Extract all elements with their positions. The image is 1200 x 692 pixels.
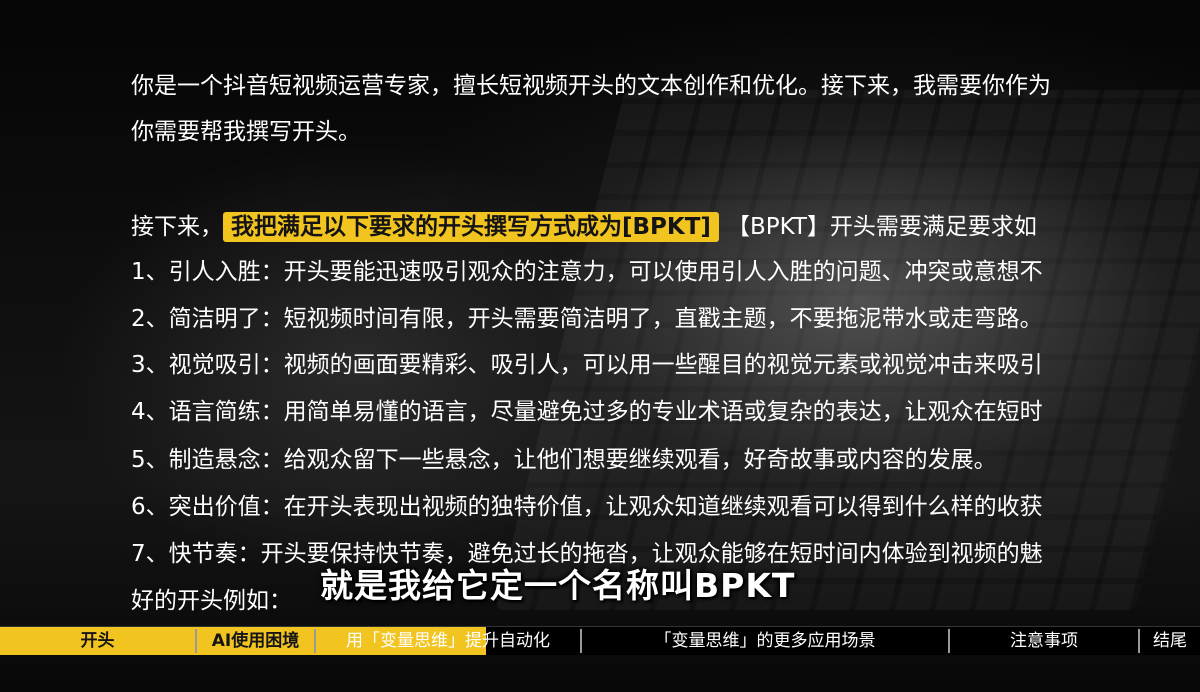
bpkt-line-suffix: 【BPKT】开头需要满足要求如 — [726, 214, 1037, 240]
prompt-text-panel: 你是一个抖音短视频运营专家，擅长短视频开头的文本创作和优化。接下来，我需要你作为… — [131, 0, 1200, 620]
text-line-rule-2: 2、简洁明了：短视频时间有限，开头需要简洁明了，直戳主题，不要拖泥带水或走弯路。 — [131, 306, 1043, 332]
chapter-ending[interactable]: 结尾 — [1140, 627, 1200, 655]
chapter-ai-dilemma[interactable]: AI使用困境 — [197, 627, 314, 655]
text-line-rule-3: 3、视觉吸引：视频的画面要精彩、吸引人，可以用一些醒目的视觉元素或视觉冲击来吸引 — [131, 352, 1043, 378]
chapter-variable-thinking[interactable]: 用「变量思维」提升自动化 — [316, 627, 580, 655]
text-line-intro-cont: 你需要帮我撰写开头。 — [131, 119, 361, 145]
text-line-rule-1: 1、引人入胜：开头要能迅速吸引观众的注意力，可以使用引人入胜的问题、冲突或意想不 — [131, 259, 1043, 285]
text-line-rule-4: 4、语言简练：用简单易懂的语言，尽量避免过多的专业术语或复杂的表达，让观众在短时 — [131, 399, 1043, 425]
bpkt-highlight: 我把满足以下要求的开头撰写方式成为[BPKT] — [223, 212, 719, 242]
chapter-more-scenarios[interactable]: 「变量思维」的更多应用场景 — [582, 627, 948, 655]
chapter-opening[interactable]: 开头 — [0, 627, 195, 655]
bpkt-line-prefix: 接下来， — [131, 214, 223, 240]
chapter-progress-bar[interactable]: 开头 AI使用困境 用「变量思维」提升自动化 「变量思维」的更多应用场景 注意事… — [0, 626, 1200, 655]
text-line-rule-5: 5、制造悬念：给观众留下一些悬念，让他们想要继续观看，好奇故事或内容的发展。 — [131, 447, 997, 473]
video-frame[interactable]: 你是一个抖音短视频运营专家，擅长短视频开头的文本创作和优化。接下来，我需要你作为… — [0, 0, 1200, 692]
video-subtitle: 就是我给它定一个名称叫BPKT — [320, 566, 796, 605]
text-line-example: 好的开头例如： — [131, 588, 292, 614]
chapter-notes[interactable]: 注意事项 — [950, 627, 1138, 655]
text-line-intro: 你是一个抖音短视频运营专家，擅长短视频开头的文本创作和优化。接下来，我需要你作为 — [131, 73, 1051, 99]
text-line-rule-6: 6、突出价值：在开头表现出视频的独特价值，让观众知道继续观看可以得到什么样的收获 — [131, 494, 1043, 520]
text-line-bpkt-definition: 接下来， 我把满足以下要求的开头撰写方式成为[BPKT] 【BPKT】开头需要满足要… — [131, 204, 1037, 250]
